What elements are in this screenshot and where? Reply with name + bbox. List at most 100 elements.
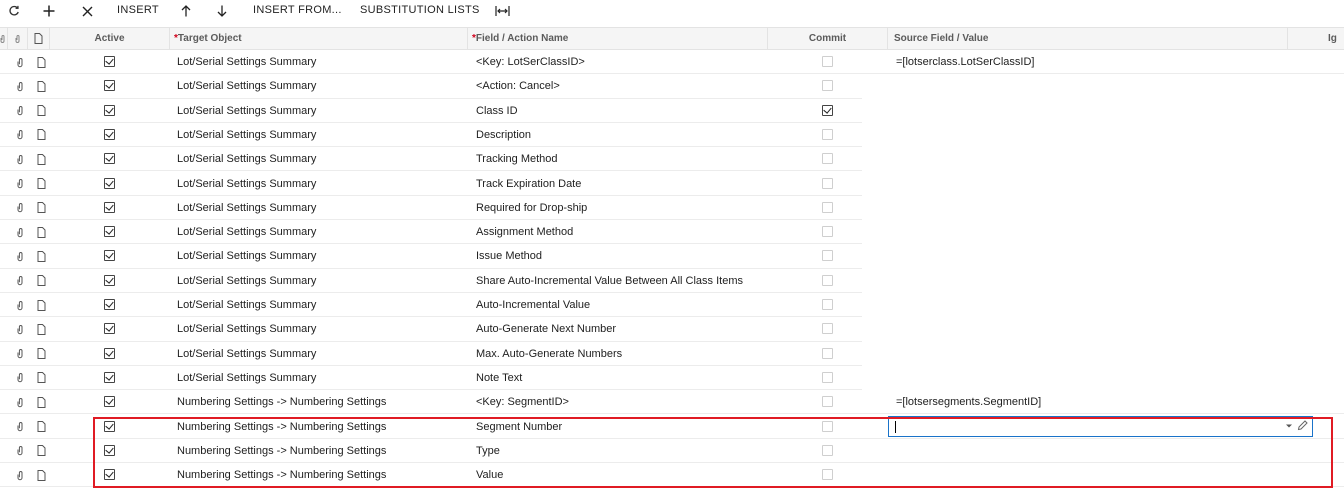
field-action-cell[interactable]: Class ID: [476, 99, 518, 123]
commit-checkbox[interactable]: [822, 274, 833, 286]
note-icon[interactable]: [35, 445, 47, 457]
commit-checkbox[interactable]: [822, 469, 833, 481]
target-object-cell[interactable]: Lot/Serial Settings Summary: [177, 196, 316, 220]
note-icon[interactable]: [35, 323, 47, 335]
commit-checkbox[interactable]: [822, 80, 833, 92]
field-action-cell[interactable]: Tracking Method: [476, 147, 558, 171]
attachment-icon[interactable]: [14, 396, 26, 408]
commit-checkbox[interactable]: [822, 128, 833, 140]
commit-checkbox[interactable]: [822, 420, 833, 432]
attachment-icon[interactable]: [14, 421, 26, 433]
target-object-cell[interactable]: Lot/Serial Settings Summary: [177, 293, 316, 317]
table-row[interactable]: Lot/Serial Settings Summary Track Expirat…: [0, 172, 1344, 196]
note-icon[interactable]: [35, 396, 47, 408]
pencil-icon[interactable]: [1297, 419, 1308, 434]
table-row[interactable]: Lot/Serial Settings Summary Required for …: [0, 196, 1344, 221]
attachment-icon[interactable]: [14, 372, 26, 384]
field-action-cell[interactable]: Description: [476, 123, 531, 147]
table-row[interactable]: Lot/Serial Settings Summary <Action: Canc…: [0, 74, 1344, 99]
field-action-cell[interactable]: <Key: LotSerClassID>: [476, 50, 585, 74]
note-icon[interactable]: [35, 469, 47, 481]
field-action-cell[interactable]: Segment Number: [476, 415, 562, 439]
note-icon[interactable]: [35, 299, 47, 311]
target-object-cell[interactable]: Lot/Serial Settings Summary: [177, 220, 316, 244]
active-checkbox[interactable]: [104, 274, 115, 286]
active-checkbox[interactable]: [104, 396, 115, 408]
attachment-icon[interactable]: [14, 129, 26, 141]
table-row[interactable]: Lot/Serial Settings Summary Description: [0, 123, 1344, 148]
active-checkbox[interactable]: [104, 323, 115, 335]
attachment-icon[interactable]: [14, 202, 26, 214]
insert-button[interactable]: INSERT: [117, 0, 159, 22]
attachment-icon[interactable]: [14, 153, 26, 165]
note-icon[interactable]: [35, 275, 47, 287]
header-commit[interactable]: Commit: [768, 28, 888, 50]
table-row[interactable]: Lot/Serial Settings Summary Max. Auto-Gen…: [0, 342, 1344, 366]
field-action-cell[interactable]: Value: [476, 463, 503, 487]
active-checkbox[interactable]: [104, 420, 115, 432]
insert-from-button[interactable]: INSERT FROM...: [253, 0, 342, 22]
field-action-cell[interactable]: Assignment Method: [476, 220, 573, 244]
table-row[interactable]: Numbering Settings -> Numbering Settings…: [0, 415, 1344, 439]
source-field-cell[interactable]: =[lotserclass.LotSerClassID]: [896, 50, 1034, 74]
target-object-cell[interactable]: Lot/Serial Settings Summary: [177, 147, 316, 171]
field-action-cell[interactable]: Note Text: [476, 366, 522, 390]
close-icon[interactable]: [80, 0, 94, 22]
active-checkbox[interactable]: [104, 299, 115, 310]
note-icon[interactable]: [35, 202, 47, 214]
table-row[interactable]: Lot/Serial Settings Summary Issue Method: [0, 244, 1344, 269]
active-checkbox[interactable]: [104, 56, 115, 67]
commit-checkbox[interactable]: [822, 104, 833, 116]
active-checkbox[interactable]: [104, 226, 115, 238]
attachment-icon[interactable]: [14, 178, 26, 190]
attachment-icon[interactable]: [14, 299, 26, 311]
note-icon[interactable]: [35, 153, 47, 165]
active-checkbox[interactable]: [104, 371, 115, 383]
field-action-cell[interactable]: Required for Drop-ship: [476, 196, 587, 220]
attachment-icon[interactable]: [14, 80, 26, 92]
table-row[interactable]: Lot/Serial Settings Summary Tracking Meth…: [0, 147, 1344, 172]
header-files-icon[interactable]: [8, 28, 28, 50]
target-object-cell[interactable]: Lot/Serial Settings Summary: [177, 74, 316, 98]
commit-checkbox[interactable]: [822, 226, 833, 238]
table-row[interactable]: Lot/Serial Settings Summary Assignment Me…: [0, 220, 1344, 245]
note-icon[interactable]: [35, 178, 47, 190]
note-icon[interactable]: [35, 80, 47, 92]
target-object-cell[interactable]: Numbering Settings -> Numbering Settings: [177, 463, 386, 487]
commit-checkbox[interactable]: [822, 396, 833, 408]
commit-checkbox[interactable]: [822, 153, 833, 165]
active-checkbox[interactable]: [104, 347, 115, 359]
active-checkbox[interactable]: [104, 444, 115, 456]
target-object-cell[interactable]: Lot/Serial Settings Summary: [177, 317, 316, 341]
field-action-cell[interactable]: Issue Method: [476, 244, 542, 268]
attachment-icon[interactable]: [14, 226, 26, 238]
active-checkbox[interactable]: [104, 128, 115, 140]
table-row[interactable]: Lot/Serial Settings Summary Auto-Incremen…: [0, 293, 1344, 318]
active-checkbox[interactable]: [104, 201, 115, 213]
attachment-icon[interactable]: [14, 105, 26, 117]
field-action-cell[interactable]: Auto-Incremental Value: [476, 293, 590, 317]
table-row[interactable]: Numbering Settings -> Numbering Settings…: [0, 439, 1344, 464]
fit-columns-icon[interactable]: [494, 0, 510, 22]
target-object-cell[interactable]: Numbering Settings -> Numbering Settings: [177, 439, 386, 463]
note-icon[interactable]: [35, 348, 47, 360]
field-action-cell[interactable]: Track Expiration Date: [476, 172, 581, 196]
header-active[interactable]: Active: [50, 28, 170, 50]
note-icon[interactable]: [35, 250, 47, 262]
commit-checkbox[interactable]: [822, 371, 833, 383]
target-object-cell[interactable]: Lot/Serial Settings Summary: [177, 366, 316, 390]
field-action-cell[interactable]: Auto-Generate Next Number: [476, 317, 616, 341]
field-action-cell[interactable]: Share Auto-Incremental Value Between All…: [476, 269, 743, 293]
table-row[interactable]: Lot/Serial Settings Summary Note Text: [0, 366, 1344, 391]
commit-checkbox[interactable]: [822, 323, 833, 335]
commit-checkbox[interactable]: [822, 444, 833, 456]
table-row[interactable]: Lot/Serial Settings Summary Share Auto-In…: [0, 269, 1344, 293]
attachment-icon[interactable]: [14, 250, 26, 262]
header-source-field-value[interactable]: Source Field / Value: [888, 28, 1288, 50]
target-object-cell[interactable]: Lot/Serial Settings Summary: [177, 99, 316, 123]
attachment-icon[interactable]: [14, 323, 26, 335]
target-object-cell[interactable]: Lot/Serial Settings Summary: [177, 244, 316, 268]
active-checkbox[interactable]: [104, 177, 115, 189]
refresh-icon[interactable]: [7, 0, 21, 22]
header-field-action-name[interactable]: *Field / Action Name: [468, 28, 768, 50]
